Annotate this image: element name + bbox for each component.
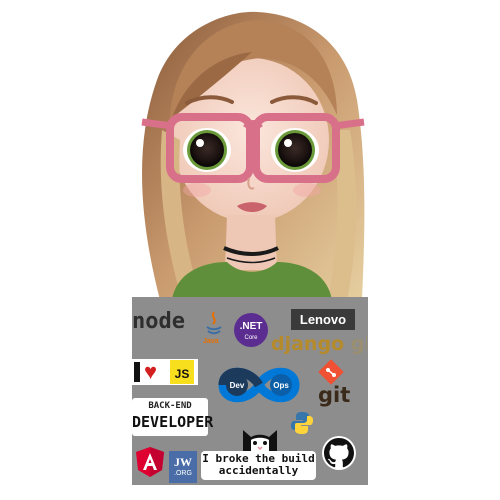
jw-logo: JW .ORG: [169, 451, 197, 483]
java-logo: [206, 311, 222, 335]
jw-bottom-label: .ORG: [174, 470, 192, 477]
broke-the-build-sticker: I broke the build accidentally: [201, 451, 316, 480]
dotnet-logo: .NET Core: [234, 313, 268, 347]
dotnet-title: .NET: [239, 321, 263, 332]
github-icon: [322, 436, 356, 470]
django-suffix: girls: [350, 333, 367, 355]
js-label: JS: [170, 360, 194, 384]
git-diamond-logo: [318, 359, 344, 385]
backend-developer-sticker: BACK-END DEVELOPER: [132, 398, 214, 436]
avatar-girl-illustration: [141, 11, 365, 300]
scene: node Java .NET Core Lenovo django girls …: [0, 0, 500, 500]
i-love-js-sticker: ♥ JS: [132, 359, 198, 385]
devops-dev-label: Dev: [230, 381, 245, 390]
letter-i-mark: [134, 362, 140, 382]
angular-logo: [136, 447, 164, 477]
backend-bottom-label: DEVELOPER: [132, 413, 214, 431]
java-label: Java: [203, 338, 219, 345]
python-logo: [291, 412, 313, 434]
heart-icon: ♥: [144, 359, 158, 384]
node-label: node: [132, 309, 185, 334]
broke-line-2: accidentally: [218, 464, 299, 477]
django-logo: django girls: [271, 333, 367, 357]
cat-icon: [243, 430, 277, 454]
backend-top-label: BACK-END: [148, 401, 192, 411]
jw-top-label: JW: [174, 455, 192, 469]
devops-infinity-logo: Dev Ops: [218, 367, 300, 403]
node-logo: node: [132, 309, 192, 337]
git-logo: git: [318, 383, 351, 407]
django-label: django: [271, 333, 345, 355]
broke-line-1: I broke the build: [202, 452, 315, 465]
devops-ops-label: Ops: [273, 381, 289, 390]
lenovo-logo: Lenovo: [291, 309, 355, 330]
dotnet-sub: Core: [244, 335, 258, 341]
